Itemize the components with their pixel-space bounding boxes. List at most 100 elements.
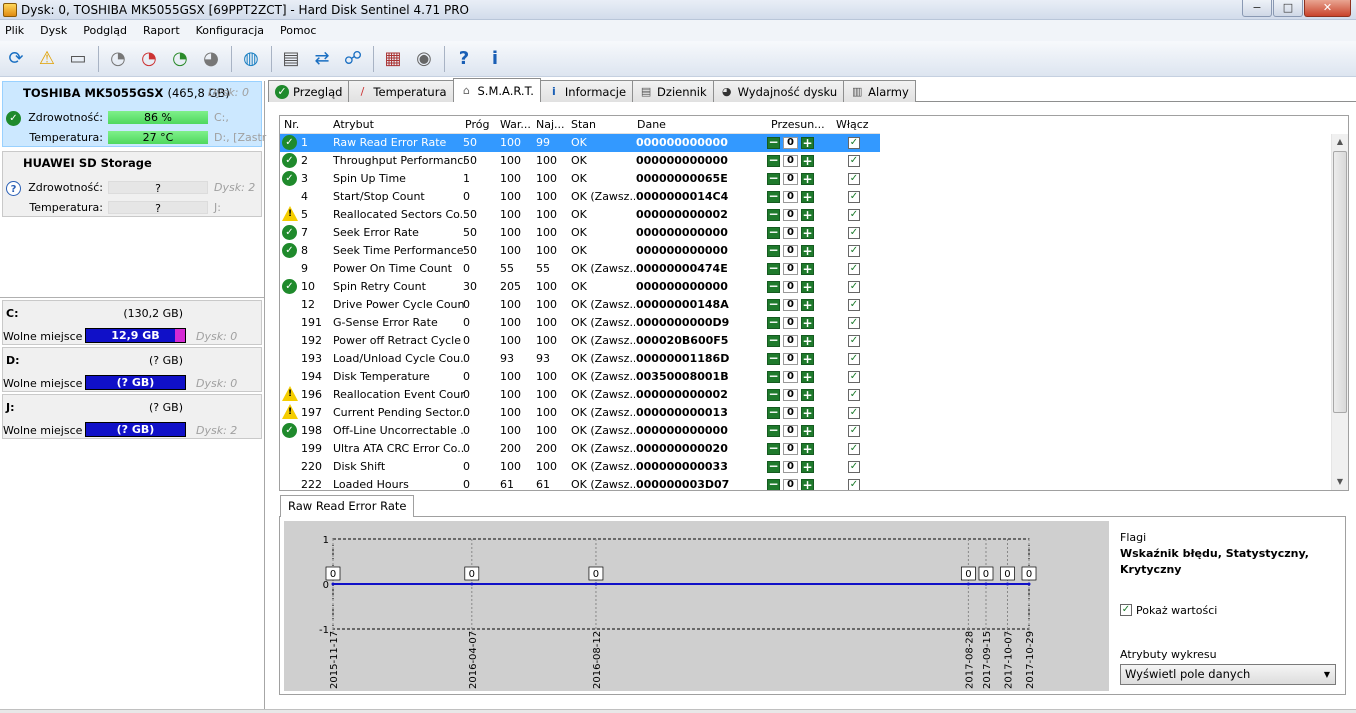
offset-value[interactable]: 0 <box>783 461 798 473</box>
decrease-offset-button[interactable]: − <box>767 244 780 257</box>
close-button[interactable]: ✕ <box>1304 0 1351 17</box>
decrease-offset-button[interactable]: − <box>767 208 780 221</box>
enable-checkbox[interactable]: ✓ <box>848 461 860 473</box>
table-row[interactable]: 199 Ultra ATA CRC Error Co... 0 200 200 OK (Z… <box>280 440 880 458</box>
enable-checkbox[interactable]: ✓ <box>848 479 860 490</box>
globe-icon[interactable]: ◍ <box>238 46 264 72</box>
decrease-offset-button[interactable]: − <box>767 460 780 473</box>
increase-offset-button[interactable]: + <box>801 227 814 239</box>
speaker-icon[interactable]: ◉ <box>411 46 437 72</box>
enable-checkbox[interactable]: ✓ <box>848 209 860 221</box>
satellite-dish-ok-icon[interactable]: ◔ <box>167 46 193 72</box>
enable-checkbox[interactable]: ✓ <box>848 335 860 347</box>
col-nr[interactable]: Nr. <box>284 118 299 131</box>
table-row[interactable]: ✓ 10 Spin Retry Count 30 205 100 OK 00000000000… <box>280 278 880 296</box>
enable-checkbox[interactable]: ✓ <box>848 389 860 401</box>
chart-tab[interactable]: Raw Read Error Rate <box>280 495 415 517</box>
enable-checkbox[interactable]: ✓ <box>848 317 860 329</box>
offset-value[interactable]: 0 <box>783 281 798 293</box>
enable-checkbox[interactable]: ✓ <box>848 173 860 185</box>
scroll-up-arrow-icon[interactable]: ▲ <box>1332 134 1348 150</box>
increase-offset-button[interactable]: + <box>801 335 814 347</box>
disk-item-toshiba[interactable]: TOSHIBA MK5055GSX (465,8 GB) Dysk: 0 ✓ Z… <box>2 81 266 147</box>
offset-value[interactable]: 0 <box>783 245 798 257</box>
table-row[interactable]: ✓ 1 Raw Read Error Rate 50 100 99 OK 0000000000… <box>280 134 880 152</box>
chart-attributes-dropdown[interactable]: Wyświetl pole danych ▼ <box>1120 664 1336 685</box>
increase-offset-button[interactable]: + <box>801 137 814 149</box>
offset-value[interactable]: 0 <box>783 407 798 419</box>
decrease-offset-button[interactable]: − <box>767 262 780 275</box>
col-najgorsza[interactable]: Naj... <box>536 118 565 131</box>
offset-value[interactable]: 0 <box>783 173 798 185</box>
offset-value[interactable]: 0 <box>783 479 798 490</box>
menu-plik[interactable]: Plik <box>5 24 24 37</box>
enable-checkbox[interactable]: ✓ <box>848 227 860 239</box>
table-row[interactable]: ✓ 198 Off-Line Uncorrectable ... 0 100 100 OK … <box>280 422 880 440</box>
offset-value[interactable]: 0 <box>783 263 798 275</box>
enable-checkbox[interactable]: ✓ <box>848 299 860 311</box>
app-icon[interactable] <box>3 3 17 17</box>
col-wartosc[interactable]: War... <box>500 118 531 131</box>
decrease-offset-button[interactable]: − <box>767 226 780 239</box>
table-row[interactable]: 220 Disk Shift 0 100 100 OK (Zawsz... 00000000… <box>280 458 880 476</box>
col-stan[interactable]: Stan <box>571 118 596 131</box>
offset-value[interactable]: 0 <box>783 371 798 383</box>
increase-offset-button[interactable]: + <box>801 389 814 401</box>
decrease-offset-button[interactable]: − <box>767 370 780 383</box>
decrease-offset-button[interactable]: − <box>767 136 780 149</box>
scroll-down-arrow-icon[interactable]: ▼ <box>1332 474 1348 490</box>
col-atrybut[interactable]: Atrybut <box>333 118 374 131</box>
enable-checkbox[interactable]: ✓ <box>848 407 860 419</box>
table-row[interactable]: ! 196 Reallocation Event Count 0 100 100 OK (Z… <box>280 386 880 404</box>
offset-value[interactable]: 0 <box>783 155 798 167</box>
tab-smart[interactable]: ⌂ S.M.A.R.T. <box>452 78 541 102</box>
scroll-thumb[interactable] <box>1333 151 1347 413</box>
enable-checkbox[interactable]: ✓ <box>848 371 860 383</box>
decrease-offset-button[interactable]: − <box>767 334 780 347</box>
table-row[interactable]: 222 Loaded Hours 0 61 61 OK (Zawsz... 00000000… <box>280 476 880 490</box>
increase-offset-button[interactable]: + <box>801 155 814 167</box>
offset-value[interactable]: 0 <box>783 191 798 203</box>
increase-offset-button[interactable]: + <box>801 191 814 203</box>
report-icon[interactable]: ▦ <box>380 46 406 72</box>
sync-icon[interactable]: ⇄ <box>309 46 335 72</box>
decrease-offset-button[interactable]: − <box>767 424 780 437</box>
offset-value[interactable]: 0 <box>783 137 798 149</box>
menu-raport[interactable]: Raport <box>143 24 180 37</box>
col-przesuniecie[interactable]: Przesun... <box>771 118 825 131</box>
col-prog[interactable]: Próg <box>465 118 489 131</box>
table-row[interactable]: 4 Start/Stop Count 0 100 100 OK (Zawsz... 0000… <box>280 188 880 206</box>
partition-j[interactable]: J: (? GB) Wolne miejsce (? GB) Dysk: 2 <box>2 394 262 439</box>
offset-value[interactable]: 0 <box>783 299 798 311</box>
enable-checkbox[interactable]: ✓ <box>848 191 860 203</box>
offset-value[interactable]: 0 <box>783 389 798 401</box>
decrease-offset-button[interactable]: − <box>767 190 780 203</box>
increase-offset-button[interactable]: + <box>801 353 814 365</box>
increase-offset-button[interactable]: + <box>801 281 814 293</box>
tab-informacje[interactable]: i Informacje <box>539 80 634 102</box>
increase-offset-button[interactable]: + <box>801 443 814 455</box>
table-row[interactable]: ! 197 Current Pending Sector... 0 100 100 OK (… <box>280 404 880 422</box>
table-row[interactable]: ✓ 8 Seek Time Performance 50 100 100 OK 0000000… <box>280 242 880 260</box>
satellite-dish-icon[interactable]: ◔ <box>105 46 131 72</box>
enable-checkbox[interactable]: ✓ <box>848 425 860 437</box>
tab-dziennik[interactable]: ▤ Dziennik <box>632 80 714 102</box>
show-values-checkbox[interactable]: ✓ <box>1120 604 1132 616</box>
decrease-offset-button[interactable]: − <box>767 316 780 329</box>
offset-value[interactable]: 0 <box>783 335 798 347</box>
satellite-dish-settings-icon[interactable]: ◕ <box>198 46 224 72</box>
help-icon[interactable]: ? <box>451 46 477 72</box>
tab-wydajnosc[interactable]: ◕ Wydajność dysku <box>712 80 845 102</box>
partition-d[interactable]: D: (? GB) Wolne miejsce (? GB) Dysk: 0 <box>2 347 262 392</box>
tab-temperatura[interactable]: / Temperatura <box>348 80 454 102</box>
table-row[interactable]: ✓ 2 Throughput Performance 50 100 100 OK 000000… <box>280 152 880 170</box>
enable-checkbox[interactable]: ✓ <box>848 245 860 257</box>
table-row[interactable]: 193 Load/Unload Cycle Cou... 0 93 93 OK (Zaws… <box>280 350 880 368</box>
increase-offset-button[interactable]: + <box>801 371 814 383</box>
col-dane[interactable]: Dane <box>637 118 666 131</box>
refresh-icon[interactable]: ⟳ <box>3 46 29 72</box>
decrease-offset-button[interactable]: − <box>767 154 780 167</box>
enable-checkbox[interactable]: ✓ <box>848 263 860 275</box>
offset-value[interactable]: 0 <box>783 209 798 221</box>
table-row[interactable]: 9 Power On Time Count 0 55 55 OK (Zawsz... 000… <box>280 260 880 278</box>
